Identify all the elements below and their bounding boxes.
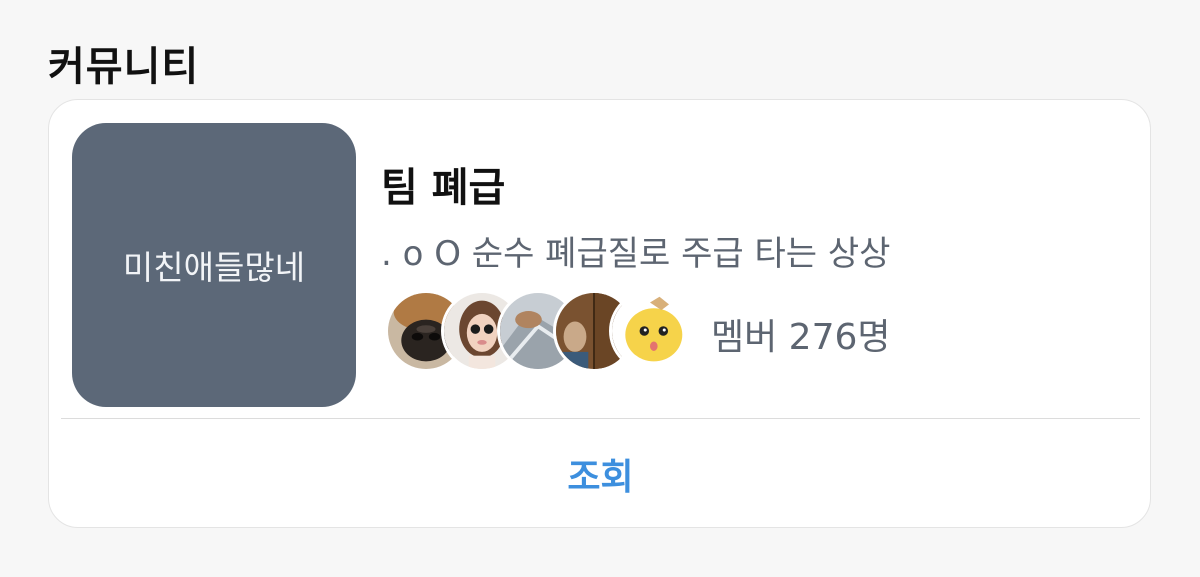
community-card[interactable]: 미친애들많네 팀 폐급 . o O 순수 폐급질로 주급 타는 상상 멤버 27… [48,99,1151,528]
section-title: 커뮤니티 [48,44,200,90]
member-count: 멤버 276명 [711,317,891,358]
view-button[interactable]: 조회 [49,419,1150,527]
thumbnail-text: 미친애들많네 [122,248,306,287]
community-description: . o O 순수 폐급질로 주급 타는 상상 [381,234,891,274]
community-name[interactable]: 팀 폐급 [381,155,505,213]
member-avatar [609,290,691,372]
member-avatar-stack[interactable] [385,290,691,372]
community-thumbnail[interactable]: 미친애들많네 [72,123,356,407]
